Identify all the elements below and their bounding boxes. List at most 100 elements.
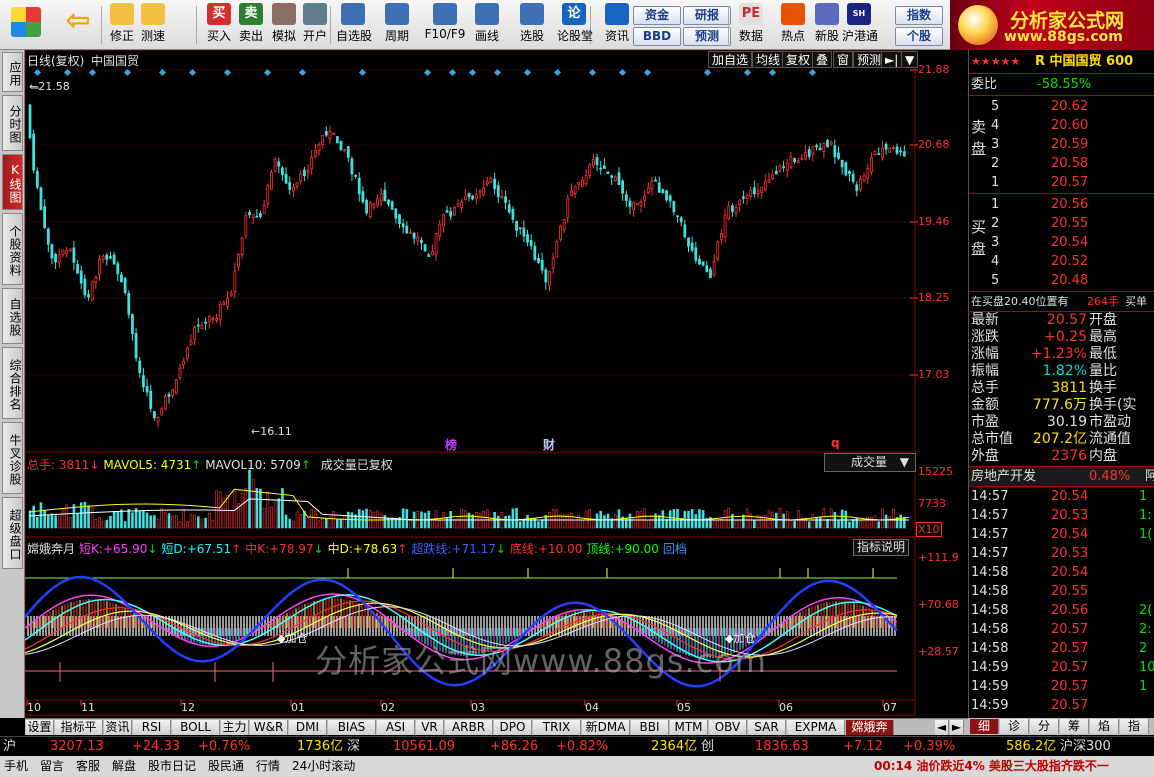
scroll-left-icon[interactable]: ◄ [935,720,949,735]
left-tab-2[interactable]: K线图 [2,154,23,210]
pill-bbd[interactable]: BBD [633,27,681,46]
status-link-0[interactable]: 手机 [4,756,28,777]
candle-body [716,241,720,260]
toolbar-button-7[interactable]: 周期 [380,3,414,47]
toolbar-button-16[interactable]: SH HK 沪港通 [842,3,878,47]
indicator-tab-3[interactable]: RSI [133,720,171,735]
home-button[interactable] [6,3,46,47]
chart-top-button-2[interactable]: 复权 [782,51,815,68]
left-tab-6[interactable]: 牛叉诊股 [2,422,23,494]
status-link-2[interactable]: 客服 [76,756,100,777]
indicator-tab-13[interactable]: TRIX [533,720,581,735]
indicator-tab-19[interactable]: EXPMA [787,720,845,735]
status-link-5[interactable]: 股民通 [208,756,244,777]
indicator-tab-6[interactable]: W&R [250,720,288,735]
indicator-tab-17[interactable]: OBV [709,720,747,735]
toolbar-button-3[interactable]: 卖卖出 [234,3,268,47]
toolbar-button-15[interactable]: 新股 [810,3,844,47]
indicator-tab-5[interactable]: 主力 [221,720,249,735]
volume-bar [343,515,346,529]
chevron-down-icon[interactable]: ▼ [901,51,919,68]
toolbar-button-4[interactable]: 模拟 [267,3,301,47]
ask-row[interactable]: 4 20.60 [969,116,1154,135]
chart-top-button-1[interactable]: 均线 [752,51,785,68]
toolbar-button-13[interactable]: PE 数据 [734,3,768,47]
volume-bar [848,521,851,529]
chart-top-button-4[interactable]: 窗 [833,51,854,68]
pill-stock[interactable]: 个股 [895,27,943,46]
toolbar-button-1[interactable]: 测速 [136,3,170,47]
toolbar-button-11[interactable]: 论论股堂 [557,3,593,47]
status-link-4[interactable]: 股市日记 [148,756,196,777]
panel-tab-4[interactable]: 焰 [1090,719,1119,734]
volume-bar [383,515,387,529]
panel-tab-5[interactable]: 指 [1120,719,1149,734]
event-mark[interactable]: 榜 [445,436,457,453]
bid-row[interactable]: 3 20.54 [969,233,1154,252]
bid-row[interactable]: 4 20.52 [969,252,1154,271]
toolbar-button-6[interactable]: 自选股 [336,3,372,47]
indicator-tab-14[interactable]: 新DMA [582,720,630,735]
toolbar-button-10[interactable]: 选股 [515,3,549,47]
indicator-tab-2[interactable]: 资讯 [104,720,132,735]
panel-tab-0[interactable]: 细 [970,719,999,734]
kline-chart[interactable] [25,50,968,718]
bid-row[interactable]: 5 20.48 [969,271,1154,290]
left-tab-4[interactable]: 自选股 [2,288,23,344]
back-button[interactable]: ⇦ [58,3,98,47]
scroll-right-icon[interactable]: ► [950,720,964,735]
news-ticker[interactable]: 00:14 油价跌近4% 美股三大股指齐跌不一 [874,756,1109,777]
indicator-tab-11[interactable]: ARBR [445,720,493,735]
left-tab-7[interactable]: 超级盘口 [2,497,23,569]
indicator-tab-0[interactable]: 设置 [26,720,54,735]
panel-tab-2[interactable]: 分 [1030,719,1059,734]
candle-body [654,179,657,182]
indicator-tab-8[interactable]: BIAS [328,720,376,735]
indicator-tab-10[interactable]: VR [416,720,444,735]
indicator-tab-9[interactable]: ASI [377,720,415,735]
event-mark[interactable]: 财 [543,436,555,453]
status-link-3[interactable]: 解盘 [112,756,136,777]
status-link-7[interactable]: 24小时滚动 [292,756,355,777]
indicator-tab-4[interactable]: BOLL [172,720,220,735]
status-link-1[interactable]: 留言 [40,756,64,777]
left-tab-0[interactable]: 应用 [2,52,23,92]
left-tab-5[interactable]: 综合排名 [2,347,23,419]
indicator-tab-7[interactable]: DMI [289,720,327,735]
ask-row[interactable]: 3 20.59 [969,135,1154,154]
sector-row[interactable]: 房地产开发 0.48% 阿 [969,467,1154,486]
left-tab-1[interactable]: 分时图 [2,95,23,151]
bid-row[interactable]: 2 20.55 [969,214,1154,233]
chart-top-button-0[interactable]: 加自选 [708,51,753,68]
status-link-6[interactable]: 行情 [256,756,280,777]
indicator-tab-20[interactable]: 嫦娥奔月 [846,720,894,749]
toolbar-button-14[interactable]: 热点 [776,3,810,47]
ask-row[interactable]: 1 20.57 [969,173,1154,192]
pin-right-icon[interactable]: ►| [881,51,903,68]
toolbar-button-0[interactable]: 修正 [105,3,139,47]
toolbar-button-2[interactable]: 买买入 [202,3,236,47]
pill-forecast[interactable]: 预测 [683,27,731,46]
indicator-tab-16[interactable]: MTM [670,720,708,735]
event-mark[interactable]: q [831,436,840,450]
ask-row[interactable]: 2 20.58 [969,154,1154,173]
volume-indicator-dropdown[interactable]: 成交量 ▼ [824,453,916,472]
pill-reports[interactable]: 研报 [683,6,731,25]
panel-tab-1[interactable]: 诊 [1000,719,1029,734]
toolbar-button-5[interactable]: 开户 [298,3,332,47]
pill-index[interactable]: 指数 [895,6,943,25]
chart-top-button-3[interactable]: 叠 [812,51,833,68]
toolbar-button-8[interactable]: F10/F9 [422,3,468,47]
panel-tab-3[interactable]: 筹 [1060,719,1089,734]
left-tab-3[interactable]: 个股资料 [2,213,23,285]
toolbar-button-9[interactable]: 画线 [470,3,504,47]
pill-funds[interactable]: 资金 [633,6,681,25]
indicator-tab-1[interactable]: 指标平台 [55,720,103,749]
bid-row[interactable]: 1 20.56 [969,195,1154,214]
indicator-help-button[interactable]: 指标说明 [853,539,910,556]
indicator-tab-18[interactable]: SAR [748,720,786,735]
indicator-tab-12[interactable]: DPO [494,720,532,735]
ask-row[interactable]: 5 20.62 [969,97,1154,116]
indicator-tab-15[interactable]: BBI [631,720,669,735]
toolbar-button-12[interactable]: 资讯 [600,3,634,47]
